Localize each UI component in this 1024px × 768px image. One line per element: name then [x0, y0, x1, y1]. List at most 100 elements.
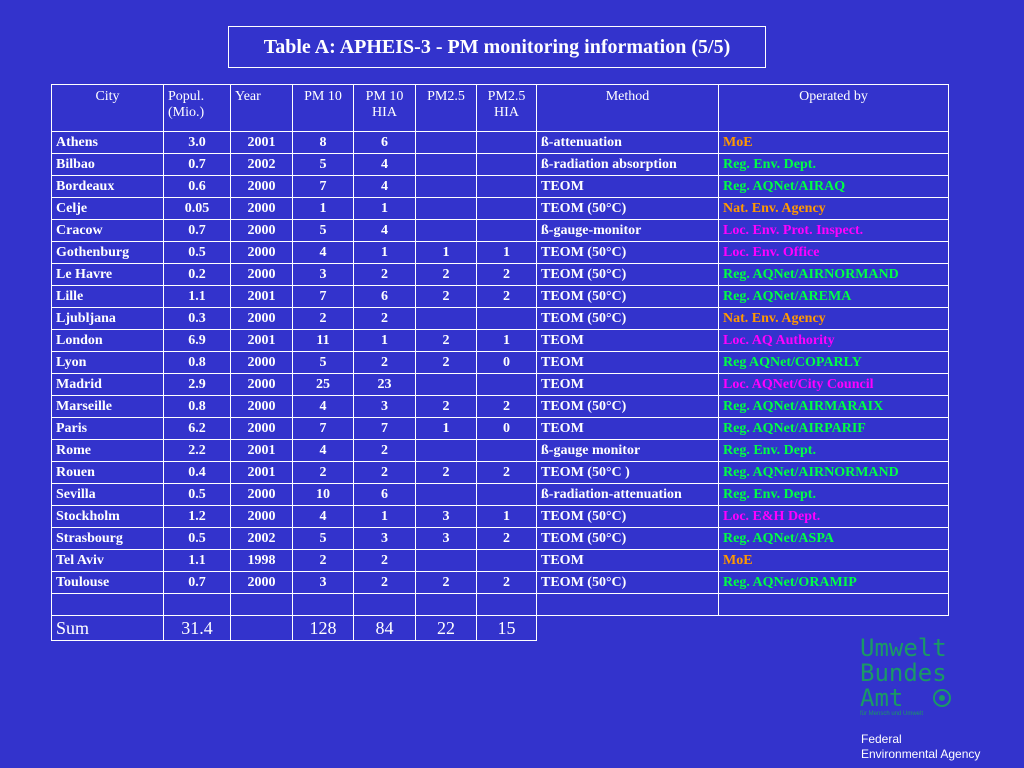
cell-operated-by: Reg. AQNet/AIRNORMAND [718, 461, 949, 484]
cell-operated-by: Reg. AQNet/AIRPARIF [718, 417, 949, 440]
pm-monitoring-table: City Popul. (Mio.) Year PM 10 PM 10 HIA PM… [51, 84, 949, 641]
cell-pm10: 7 [292, 417, 354, 440]
cell-pm25: 3 [415, 505, 477, 528]
blank-cell [476, 593, 537, 616]
cell-pm25 [415, 373, 477, 396]
cell-pm25-hia [476, 549, 537, 572]
cell-pm10-hia: 1 [353, 505, 416, 528]
cell-pm25: 2 [415, 285, 477, 308]
cell-pm10-hia: 2 [353, 549, 416, 572]
cell-year: 2000 [230, 219, 293, 242]
cell-population: 0.8 [163, 395, 231, 418]
cell-pm10: 4 [292, 241, 354, 264]
cell-pm25 [415, 219, 477, 242]
cell-year: 2001 [230, 329, 293, 352]
blank-row [51, 593, 949, 616]
sum-label: Sum [51, 615, 164, 641]
cell-operated-by: Loc. AQNet/City Council [718, 373, 949, 396]
cell-city: Bordeaux [51, 175, 164, 198]
table-row: Rouen 0.4 2001 2 2 2 2 TEOM (50°C ) Reg. AQNet/A… [51, 461, 949, 484]
table-row: Sevilla 0.5 2000 10 6 ß-radiation-attenuation… [51, 483, 949, 506]
blank-cell [163, 593, 231, 616]
cell-method: ß-radiation absorption [536, 153, 719, 176]
cell-year: 2000 [230, 483, 293, 506]
sum-pm10-hia: 84 [353, 615, 416, 641]
cell-method: TEOM (50°C) [536, 307, 719, 330]
cell-pm25: 2 [415, 329, 477, 352]
cell-pm10: 8 [292, 131, 354, 154]
cell-year: 2002 [230, 153, 293, 176]
cell-pm25-hia [476, 483, 537, 506]
cell-pm25 [415, 153, 477, 176]
cell-pm10: 11 [292, 329, 354, 352]
cell-year: 1998 [230, 549, 293, 572]
logo-line-2: Bundes [860, 659, 947, 687]
cell-year: 2001 [230, 285, 293, 308]
table-row: Gothenburg 0.5 2000 4 1 1 1 TEOM (50°C) Loc. Env… [51, 241, 949, 264]
cell-pm10-hia: 7 [353, 417, 416, 440]
cell-pm10-hia: 6 [353, 131, 416, 154]
cell-pm25-hia [476, 131, 537, 154]
cell-city: Toulouse [51, 571, 164, 594]
sum-pm25-hia: 15 [476, 615, 537, 641]
cell-operated-by: Reg. AQNet/AIRMARAIX [718, 395, 949, 418]
table-row: Le Havre 0.2 2000 3 2 2 2 TEOM (50°C) Reg. AQNet… [51, 263, 949, 286]
cell-pm10: 5 [292, 219, 354, 242]
cell-method: TEOM [536, 175, 719, 198]
cell-pm25 [415, 175, 477, 198]
header-city: City [51, 84, 164, 132]
cell-method: ß-radiation-attenuation [536, 483, 719, 506]
cell-pm10-hia: 2 [353, 351, 416, 374]
cell-year: 2002 [230, 527, 293, 550]
cell-population: 0.5 [163, 483, 231, 506]
cell-population: 6.9 [163, 329, 231, 352]
blank-cell [230, 593, 293, 616]
cell-pm25-hia: 0 [476, 351, 537, 374]
table-row: Paris 6.2 2000 7 7 1 0 TEOM Reg. AQNet/AIRPARIF [51, 417, 949, 440]
cell-pm25: 3 [415, 527, 477, 550]
cell-method: TEOM (50°C) [536, 395, 719, 418]
cell-pm25-hia [476, 197, 537, 220]
cell-population: 0.5 [163, 527, 231, 550]
cell-pm10: 2 [292, 549, 354, 572]
cell-pm25-hia [476, 175, 537, 198]
cell-pm25 [415, 439, 477, 462]
cell-year: 2000 [230, 197, 293, 220]
table-row: Lille 1.1 2001 7 6 2 2 TEOM (50°C) Reg. AQNet/AR… [51, 285, 949, 308]
cell-method: TEOM (50°C) [536, 505, 719, 528]
cell-city: Madrid [51, 373, 164, 396]
cell-pm10: 3 [292, 263, 354, 286]
table-row: Lyon 0.8 2000 5 2 2 0 TEOM Reg AQNet/COPARLY [51, 351, 949, 374]
cell-pm25 [415, 197, 477, 220]
cell-method: TEOM [536, 329, 719, 352]
cell-pm25: 2 [415, 571, 477, 594]
cell-pm10: 7 [292, 285, 354, 308]
cell-pm25-hia: 1 [476, 505, 537, 528]
blank-cell [292, 593, 354, 616]
cell-operated-by: Reg AQNet/COPARLY [718, 351, 949, 374]
cell-city: Ljubljana [51, 307, 164, 330]
cell-operated-by: Nat. Env. Agency [718, 307, 949, 330]
cell-operated-by: Reg. AQNet/AREMA [718, 285, 949, 308]
logo-line-3: Amt [860, 684, 904, 712]
header-operated-by: Operated by [718, 84, 949, 132]
cell-pm10-hia: 4 [353, 219, 416, 242]
cell-population: 0.7 [163, 153, 231, 176]
header-pm10-hia: PM 10 HIA [353, 84, 416, 132]
cell-pm25: 2 [415, 395, 477, 418]
cell-year: 2001 [230, 131, 293, 154]
cell-method: TEOM (50°C) [536, 197, 719, 220]
cell-pm10-hia: 1 [353, 329, 416, 352]
cell-pm25 [415, 131, 477, 154]
cell-city: Gothenburg [51, 241, 164, 264]
cell-year: 2000 [230, 571, 293, 594]
cell-method: TEOM (50°C) [536, 571, 719, 594]
cell-pm25-hia [476, 373, 537, 396]
title-text: Table A: APHEIS-3 - PM monitoring inform… [263, 35, 731, 58]
cell-pm10-hia: 2 [353, 461, 416, 484]
cell-pm25-hia [476, 153, 537, 176]
page-title: Table A: APHEIS-3 - PM monitoring inform… [228, 26, 766, 68]
cell-pm10: 4 [292, 439, 354, 462]
cell-method: TEOM (50°C) [536, 527, 719, 550]
cell-year: 2000 [230, 351, 293, 374]
